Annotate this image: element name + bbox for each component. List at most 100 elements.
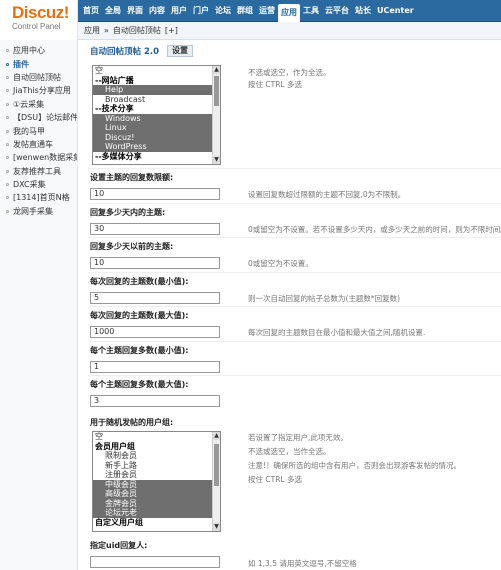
logo-subtitle: Control Panel [12,22,61,31]
sidebar-item-label: 插件 [13,59,29,69]
sidebar-item-label: 应用中心 [13,46,45,56]
nav-item[interactable]: 全局 [102,2,124,20]
select-option[interactable]: Broadcast [93,95,220,105]
breadcrumb-add-shortcut[interactable]: [+] [165,26,178,35]
bullet-icon [6,89,9,93]
plugin-header: 自动回帖顶帖 2.0 设置 [90,45,194,57]
bullet-icon [6,75,9,79]
logo[interactable]: Discuz! Control Panel [0,0,78,40]
select-option[interactable]: 空 [93,432,220,442]
nav-item[interactable]: 内容 [146,2,168,20]
nav-item[interactable]: 界面 [124,2,146,20]
nav-item[interactable]: 工具 [300,2,322,20]
field-label: 每个主题回复多数(最大值): [90,380,189,389]
field-input[interactable]: 5 [90,292,220,304]
sidebar-item[interactable]: JiaThis分享应用 [0,84,77,97]
select-option[interactable]: --多媒体分享 [93,152,220,162]
select-option[interactable]: 新手上路 [93,461,220,471]
nav-item[interactable]: 群组 [234,2,256,20]
field-input[interactable]: 10 [90,257,220,269]
sidebar-item[interactable]: 应用中心 [0,44,77,57]
logo-name: Discuz! [12,3,69,22]
select-option[interactable]: Help [93,85,220,95]
nav-item[interactable]: UCenter [374,2,417,20]
forum-select-hint-1: 不选或选空，作为全选。 [248,68,331,77]
scroll-thumb[interactable] [214,76,219,106]
uid-label: 指定uid回复人: [90,541,148,550]
field-input[interactable]: 3 [90,395,220,407]
divider [88,306,501,307]
bullet-icon [6,209,9,213]
select-option[interactable]: 注册会员 [93,470,220,480]
scrollbar[interactable]: ▲ ▼ [212,432,220,531]
select-option[interactable]: 中级会员 [93,479,220,489]
breadcrumb-apps[interactable]: 应用 [84,25,100,36]
select-option[interactable]: --技术分享 [93,104,220,114]
select-option[interactable]: Windows [93,113,220,123]
sidebar-item[interactable]: 龙网手采集 [0,205,77,218]
select-option[interactable]: 金牌会员 [93,498,220,508]
sidebar-item[interactable]: [1314]首页N格 [0,191,77,204]
sidebar-item[interactable]: 友荐推荐工具 [0,165,77,178]
select-option[interactable]: Linux [93,123,220,133]
divider [88,272,501,273]
tab-settings[interactable]: 设置 [167,45,194,57]
bullet-icon [6,196,9,200]
forum-multiselect[interactable]: 空 --网站广播 Help Broadcast --技术分享 Windows Linux Di… [92,65,221,165]
nav-item[interactable]: 云平台 [322,2,352,20]
sidebar-item-label: 自动回帖顶帖 [13,72,61,82]
nav-item[interactable]: 首页 [80,2,102,20]
sidebar-item[interactable]: 发帖直通车 [0,138,77,151]
nav-item[interactable]: 门户 [190,2,212,20]
nav-item[interactable]: 应用 [278,4,300,22]
field-input[interactable]: 1 [90,361,220,373]
field-label: 回复多少天以前的主题: [90,242,174,251]
breadcrumb-separator: » [104,26,109,35]
field-input[interactable]: 1000 [90,326,220,338]
nav-item[interactable]: 用户 [168,2,190,20]
sidebar-item[interactable]: 插件 [0,57,77,70]
sidebar-item-label: DXC采集 [13,180,46,190]
scroll-down-icon[interactable]: ▼ [213,156,220,164]
select-option[interactable]: 限制会员 [93,451,220,461]
sidebar-item[interactable]: 我的马甲 [0,124,77,137]
select-option[interactable]: Discuz! [93,132,220,142]
field-input[interactable]: 10 [90,188,220,200]
select-option[interactable]: --网站广播 [93,76,220,86]
uid-input[interactable] [90,556,220,568]
bullet-icon [6,102,9,106]
select-option[interactable]: 高级会员 [93,489,220,499]
sidebar-item[interactable]: 自动回帖顶帖 [0,71,77,84]
sidebar-item-label: 龙网手采集 [13,206,53,216]
breadcrumb-plugin: 自动回帖顶帖 [112,26,161,35]
sidebar-item[interactable]: 【DSU】论坛邮件 [0,111,77,124]
sidebar-item-label: 友荐推荐工具 [13,166,61,176]
nav-item[interactable]: 运营 [256,2,278,20]
nav-item[interactable]: 论坛 [212,2,234,20]
bullet-icon [6,142,9,146]
divider [88,375,501,376]
select-option[interactable]: 空 [93,66,220,76]
bullet-icon [6,116,9,120]
usergroup-multiselect[interactable]: 空会员用户组 限制会员 新手上路 注册会员 中级会员 高级会员 金牌会员 论坛元老 自定义用户组… [92,431,221,532]
bullet-icon [6,169,9,173]
scrollbar[interactable]: ▲ ▼ [212,66,220,164]
scroll-thumb[interactable] [214,444,219,486]
usergroup-hint-1: 若设置了指定用户,此项无效。 [248,433,348,442]
field-label: 每次回复的主题数(最小值): [90,277,189,286]
select-option[interactable]: 论坛元老 [93,508,220,518]
select-option[interactable]: WordPress [93,142,220,152]
sidebar-item[interactable]: DXC采集 [0,178,77,191]
select-option[interactable]: 会员用户组 [93,442,220,452]
scroll-down-icon[interactable]: ▼ [213,523,220,531]
field-input[interactable]: 30 [90,223,220,235]
sidebar-item[interactable]: ①云采集 [0,98,77,111]
scroll-up-icon[interactable]: ▲ [213,66,220,74]
bullet-icon [6,49,9,53]
select-option[interactable]: 自定义用户组 [93,518,220,528]
nav-item[interactable]: 站长 [352,2,374,20]
sidebar-item[interactable]: [wenwen数据采集 [0,151,77,164]
scroll-up-icon[interactable]: ▲ [213,432,220,440]
plugin-title: 自动回帖顶帖 2.0 [90,47,160,57]
uid-hint: 如 1,3,5 请用英文逗号,不留空格 [248,559,357,568]
